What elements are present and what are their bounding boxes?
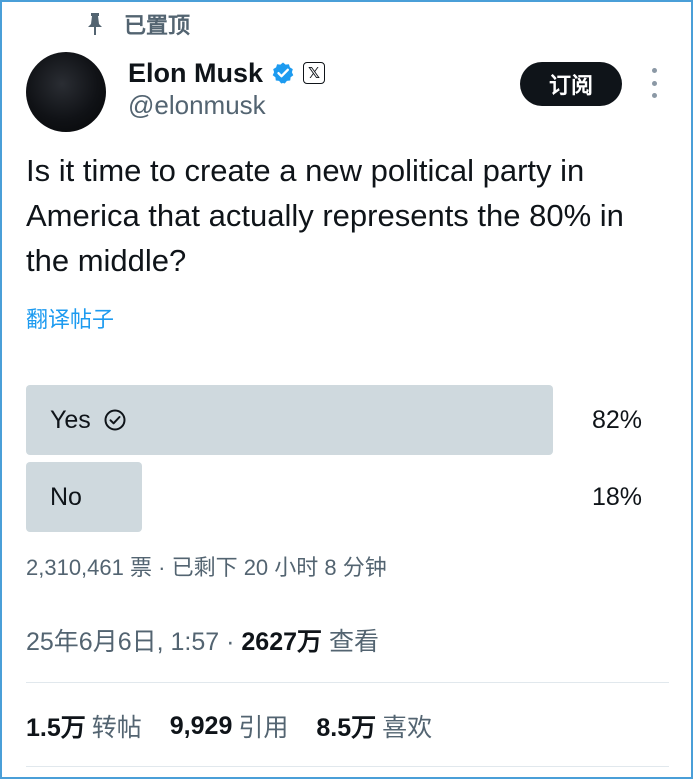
divider [26,766,669,767]
author-display-name[interactable]: Elon Musk [128,58,263,89]
poll-bar [26,462,142,532]
tweet-text: Is it time to create a new political par… [26,153,624,278]
post-timestamp-row: 25年6月6日, 1:57 · 2627万 查看 [26,622,379,658]
pinned-indicator: 已置顶 [86,8,190,40]
repost-label[interactable]: 转帖 [92,708,142,744]
avatar[interactable] [26,52,106,132]
separator-dot: · [226,628,235,656]
post-date-time[interactable]: 25年6月6日, 1:57 [26,628,219,656]
poll-option-text: Yes [50,405,91,434]
poll-vote-count: 2,310,461 票 [26,555,152,580]
poll-option-percent: 82% [591,405,642,434]
repost-stat[interactable]: 1.5万 转帖 [26,708,142,744]
repost-count[interactable]: 1.5万 [26,708,86,744]
pinned-label: 已置顶 [124,13,191,38]
quote-count[interactable]: 9,929 [170,712,233,741]
divider [26,682,669,683]
translate-post-link[interactable]: 翻译帖子 [26,302,114,334]
check-circle-icon [104,409,126,431]
author-name-row[interactable]: Elon Musk 𝕏 [128,56,326,90]
like-count[interactable]: 8.5万 [316,708,376,744]
author-handle[interactable]: @elonmusk [128,90,266,121]
poll-option-label: No [50,462,82,532]
x-logo-icon[interactable]: 𝕏 [303,62,326,84]
separator-dot: · [158,555,166,580]
subscribe-button[interactable]: 订阅 [520,62,622,106]
poll-option-no: No 18% [26,462,666,532]
pin-icon [88,13,102,35]
poll-option-label: Yes [50,385,127,455]
poll-option-percent: 18% [591,482,642,511]
quote-stat[interactable]: 9,929 引用 [170,708,289,744]
engagement-stats: 1.5万 转帖 9,929 引用 8.5万 喜欢 [26,708,460,744]
view-count-label: 查看 [328,628,379,656]
poll-option-yes: Yes 82% [26,385,666,455]
poll-time-left: 已剩下 20 小时 8 分钟 [171,555,387,580]
like-label[interactable]: 喜欢 [382,708,432,744]
poll-option-text: No [50,482,82,511]
like-stat[interactable]: 8.5万 喜欢 [316,708,432,744]
more-vertical-icon[interactable] [648,68,660,98]
quote-label[interactable]: 引用 [238,708,288,744]
poll-meta: 2,310,461 票 · 已剩下 20 小时 8 分钟 [26,550,387,582]
view-count[interactable]: 2627万 [241,628,322,656]
verified-badge-icon[interactable] [271,61,295,85]
